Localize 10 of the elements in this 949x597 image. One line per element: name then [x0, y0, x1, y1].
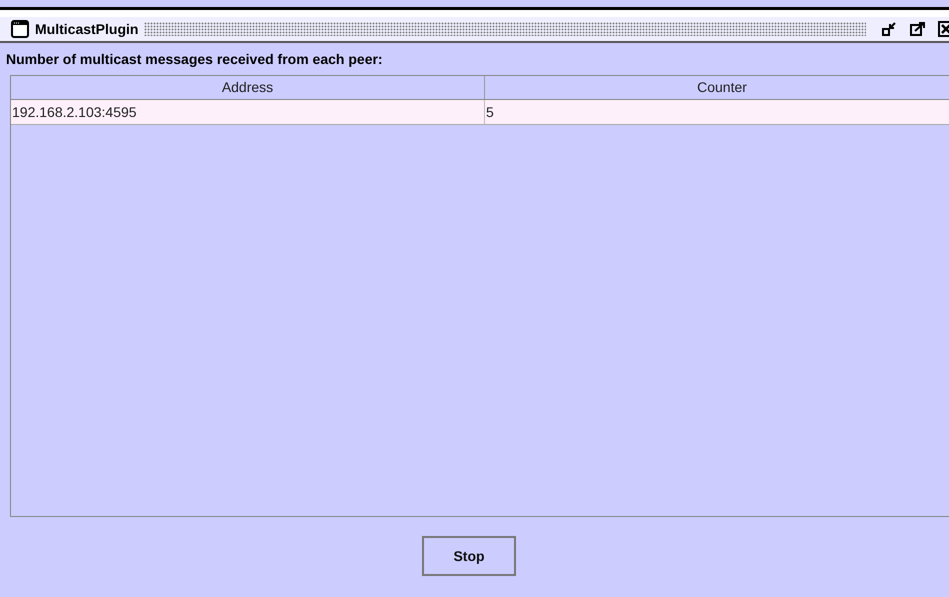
stop-button[interactable]: Stop: [422, 536, 516, 576]
maximize-icon[interactable]: [910, 21, 926, 37]
minimize-icon[interactable]: [882, 21, 898, 37]
column-header[interactable]: Address: [11, 76, 485, 99]
table-cell: 5: [485, 100, 949, 124]
window-title: MulticastPlugin: [35, 21, 138, 37]
window-icon: [11, 20, 29, 38]
column-header[interactable]: Counter: [485, 76, 949, 99]
table-cell: 192.168.2.103:4595: [11, 100, 485, 124]
table-caption: Number of multicast messages received from each peer:: [5, 50, 384, 69]
